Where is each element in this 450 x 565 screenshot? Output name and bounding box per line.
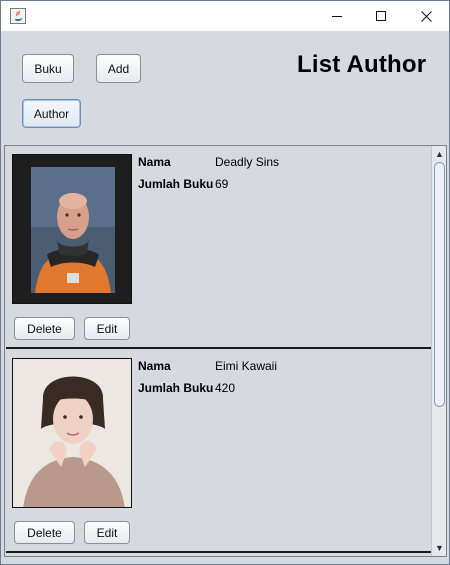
page-title: List Author: [297, 51, 427, 78]
edit-button[interactable]: Edit: [84, 521, 130, 544]
minimize-icon: [331, 16, 342, 17]
book-count-label: Jumlah Buku: [138, 381, 214, 395]
scroll-down-arrow-icon[interactable]: ▼: [432, 540, 446, 555]
author-photo: [12, 154, 132, 304]
java-app-icon: [10, 8, 26, 24]
author-card: Nama Deadly Sins Jumlah Buku 69 Delete E…: [6, 147, 431, 349]
author-name: Deadly Sins: [215, 155, 280, 169]
author-name: Eimi Kawaii: [215, 359, 278, 373]
buku-button[interactable]: Buku: [22, 54, 74, 83]
main-content: Buku Add Author List Author Nama Deadly …: [1, 31, 449, 564]
book-count-value: 69: [215, 177, 229, 191]
edit-button[interactable]: Edit: [84, 317, 130, 340]
author-list-scrollpane[interactable]: Nama Deadly Sins Jumlah Buku 69 Delete E…: [4, 145, 447, 557]
author-photo: [12, 358, 132, 508]
add-button[interactable]: Add: [96, 54, 141, 83]
close-icon: [421, 10, 432, 22]
book-count-value: 420: [215, 381, 236, 395]
name-label: Nama: [138, 155, 171, 169]
vertical-scrollbar[interactable]: ▲ ▼: [431, 146, 446, 556]
author-button[interactable]: Author: [22, 99, 81, 128]
name-label: Nama: [138, 359, 171, 373]
minimize-button[interactable]: [314, 1, 359, 31]
delete-button[interactable]: Delete: [14, 317, 75, 340]
scroll-up-arrow-icon[interactable]: ▲: [432, 146, 446, 161]
title-bar: [1, 1, 449, 31]
book-count-label: Jumlah Buku: [138, 177, 214, 191]
delete-button[interactable]: Delete: [14, 521, 75, 544]
application-window: Buku Add Author List Author Nama Deadly …: [0, 0, 450, 565]
author-card: Nama Eimi Kawaii Jumlah Buku 420 Delete …: [6, 351, 431, 553]
scrollbar-thumb[interactable]: [434, 162, 445, 407]
close-button[interactable]: [404, 1, 449, 31]
maximize-button[interactable]: [358, 1, 403, 31]
maximize-icon: [375, 11, 386, 21]
